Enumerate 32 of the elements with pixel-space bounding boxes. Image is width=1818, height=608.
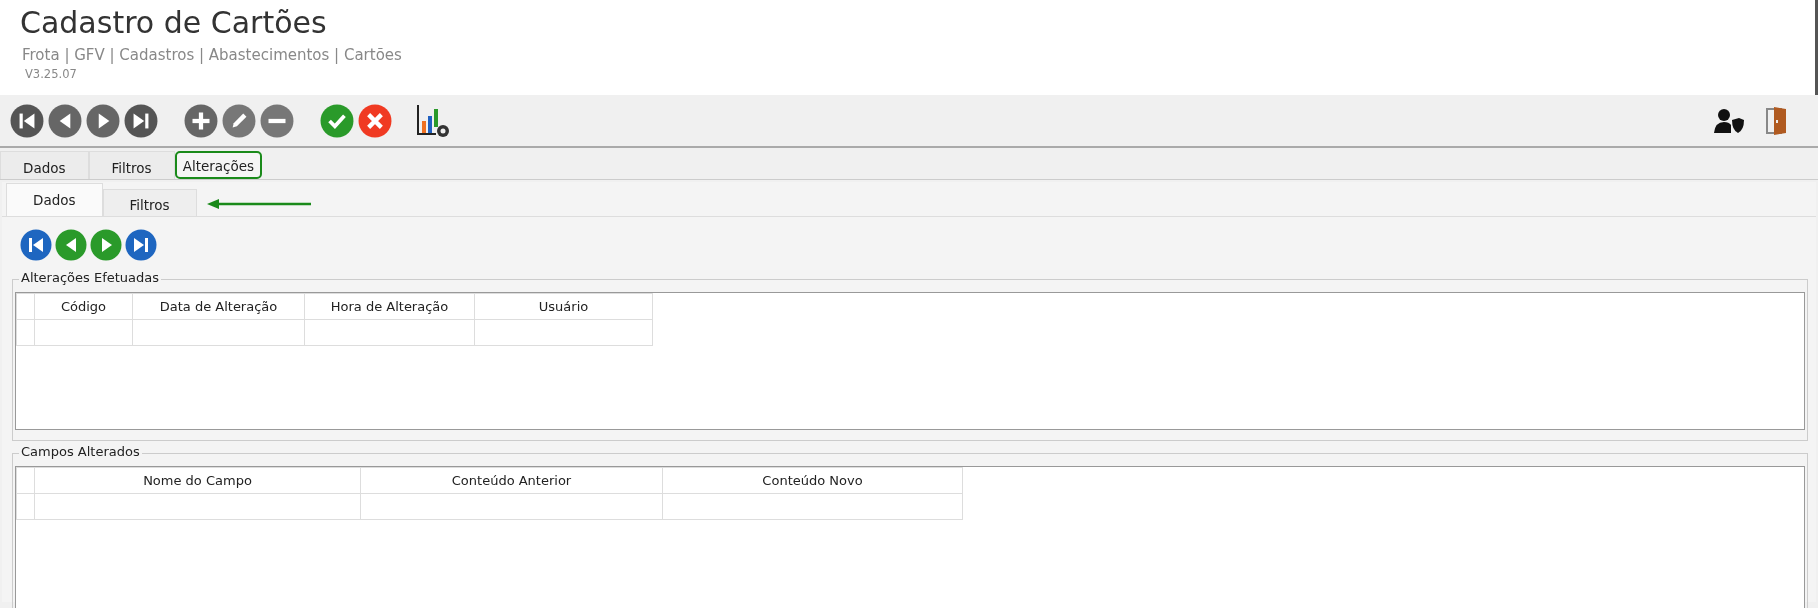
first-record-icon[interactable]	[10, 103, 44, 138]
column-header[interactable]: Conteúdo Novo	[662, 467, 963, 494]
tab[interactable]: Filtros	[102, 189, 197, 216]
last-record-icon[interactable]	[124, 103, 158, 138]
tab[interactable]: Filtros	[88, 151, 175, 179]
tab[interactable]: Dados	[0, 151, 89, 179]
previous-icon[interactable]	[48, 103, 82, 138]
column-header[interactable]: Código	[34, 293, 133, 320]
user-shield-icon[interactable]	[1714, 107, 1744, 134]
page-title: Cadastro de Cartões	[20, 4, 328, 42]
chart-settings-icon[interactable]	[416, 102, 452, 139]
add-icon[interactable]	[184, 103, 218, 138]
last-record-icon[interactable]	[125, 229, 157, 261]
previous-icon[interactable]	[55, 229, 87, 261]
remove-icon[interactable]	[260, 103, 294, 138]
first-record-icon[interactable]	[20, 229, 52, 261]
tab[interactable]: Alterações	[174, 151, 263, 179]
column-header[interactable]: Data de Alteração	[132, 293, 305, 320]
group-title: Alterações Efetuadas	[19, 270, 161, 286]
column-header[interactable]: Hora de Alteração	[304, 293, 475, 320]
tab[interactable]: Dados	[6, 183, 103, 216]
next-icon[interactable]	[90, 229, 122, 261]
confirm-icon[interactable]	[320, 103, 354, 138]
breadcrumb: Frota | GFV | Cadastros | Abastecimentos | Cartões	[21, 45, 403, 66]
group-title: Campos Alterados	[19, 444, 142, 460]
column-header[interactable]: Conteúdo Anterior	[360, 467, 663, 494]
next-icon[interactable]	[86, 103, 120, 138]
cancel-icon[interactable]	[358, 103, 392, 138]
edit-icon[interactable]	[222, 103, 256, 138]
column-header[interactable]: Nome do Campo	[34, 467, 361, 494]
column-header[interactable]: Usuário	[474, 293, 653, 320]
version-label: V3.25.07	[24, 66, 78, 83]
